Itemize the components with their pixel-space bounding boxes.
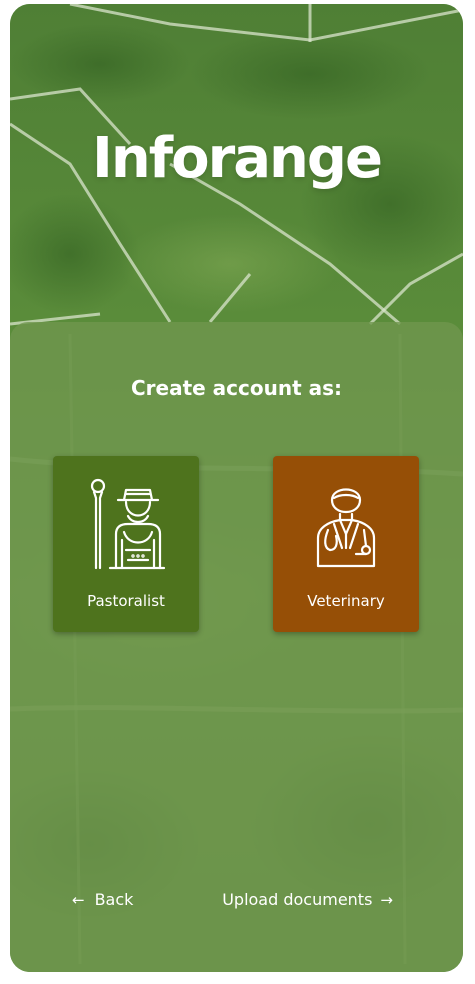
- upload-documents-label: Upload documents: [222, 890, 373, 909]
- pastoralist-icon: [90, 478, 166, 570]
- account-type-panel: Create account as: Pastoralist Veterinar…: [10, 322, 463, 972]
- app-brand-title: Inforange: [92, 126, 383, 191]
- veterinary-label: Veterinary: [307, 592, 385, 610]
- create-account-heading: Create account as:: [130, 376, 343, 400]
- veterinary-role-card[interactable]: Veterinary: [273, 456, 419, 632]
- arrow-left-icon: ←: [72, 891, 85, 909]
- pastoralist-label: Pastoralist: [87, 592, 165, 610]
- arrow-right-icon: →: [380, 891, 393, 909]
- veterinarian-icon: [316, 488, 376, 568]
- back-label: Back: [94, 890, 134, 909]
- upload-documents-button[interactable]: Upload documents →: [222, 890, 393, 909]
- navigation-row: ← Back Upload documents →: [10, 890, 463, 914]
- pastoralist-role-card[interactable]: Pastoralist: [53, 456, 199, 632]
- back-button[interactable]: ← Back: [72, 890, 133, 909]
- app-screen: Inforange Create account as: Pastoralist…: [10, 4, 463, 972]
